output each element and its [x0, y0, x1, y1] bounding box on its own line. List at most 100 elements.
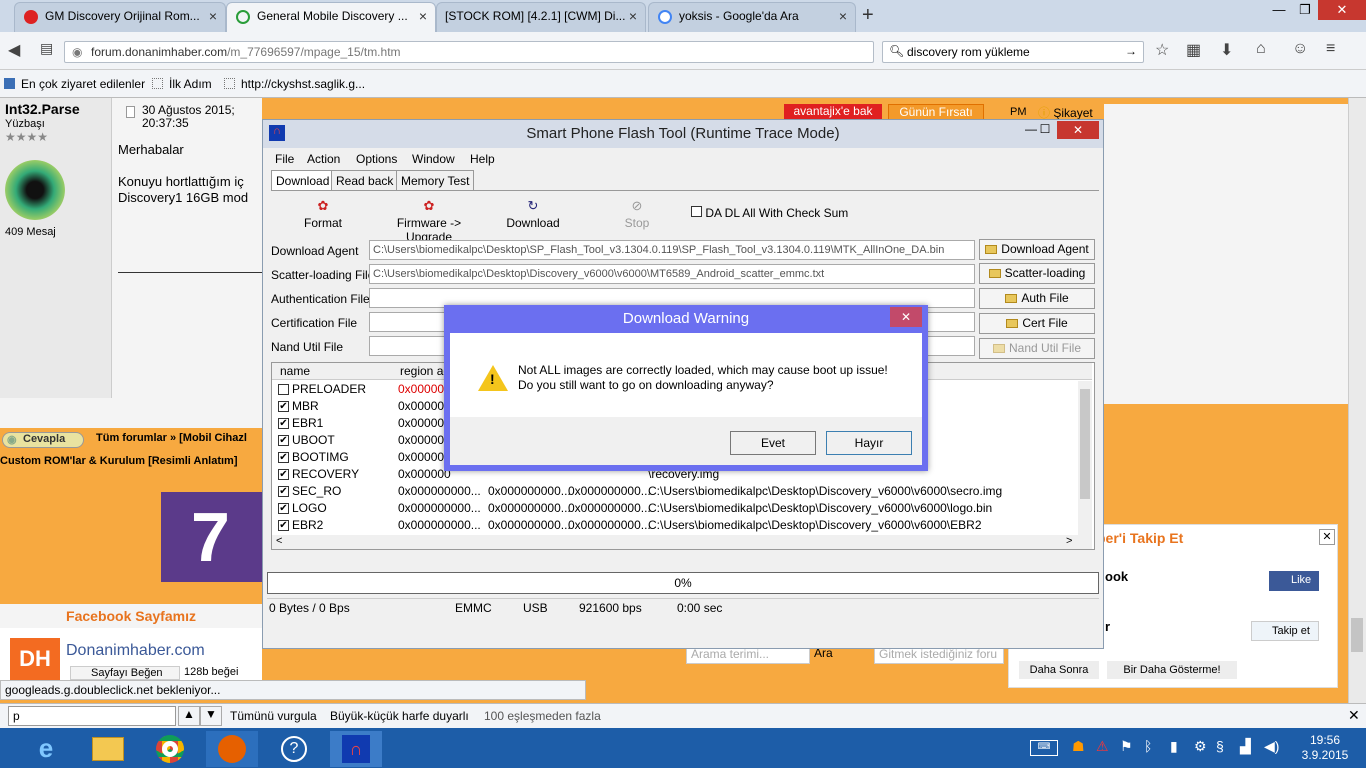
search-bar[interactable]: 🔍︎ discovery rom yükleme →: [882, 41, 1144, 63]
minimize-icon[interactable]: —: [1266, 0, 1292, 20]
firefox-icon[interactable]: [206, 731, 258, 767]
highlight-all-option[interactable]: Tümünü vurgula: [230, 709, 317, 723]
scrollbar-thumb[interactable]: [1351, 618, 1363, 652]
tab-stock-rom[interactable]: [STOCK ROM] [4.2.1] [CWM] Di... ×: [436, 2, 646, 32]
downloads-icon[interactable]: ⬇: [1220, 40, 1233, 60]
tray-flag-icon[interactable]: ⚑: [1120, 738, 1133, 755]
auth-file-button[interactable]: Auth File: [979, 288, 1095, 309]
author-name[interactable]: Int32.Parse: [5, 101, 80, 117]
reply-button[interactable]: ◉ Cevapla: [2, 432, 84, 448]
volume-icon[interactable]: ◀): [1264, 738, 1279, 755]
close-tab-icon[interactable]: ×: [839, 8, 847, 24]
bookmark-first-step[interactable]: İlk Adım: [152, 77, 212, 91]
battery-icon[interactable]: ▮: [1170, 738, 1178, 755]
avatar[interactable]: [5, 160, 65, 220]
partition-checkbox[interactable]: ✔: [278, 520, 289, 531]
smiley-icon[interactable]: ☺: [1292, 40, 1308, 58]
tab-memory-test[interactable]: Memory Test: [396, 170, 475, 190]
partition-checkbox[interactable]: ✔: [278, 469, 289, 480]
partition-checkbox[interactable]: ✔: [278, 401, 289, 412]
scatter-file-field[interactable]: C:\Users\biomedikalpc\Desktop\Discovery_…: [369, 264, 975, 284]
history-icon[interactable]: ▤: [40, 40, 53, 57]
table-vertical-scrollbar[interactable]: [1078, 381, 1092, 535]
twitter-follow-button[interactable]: Takip et: [1251, 621, 1319, 641]
facebook-like-button[interactable]: Like: [1269, 571, 1319, 591]
avantajix-ad[interactable]: avantajix'e bak: [784, 104, 882, 120]
tab-download[interactable]: Download: [271, 170, 335, 190]
tray-warning-icon[interactable]: ⚠: [1096, 738, 1109, 755]
clock[interactable]: 19:56 3.9.2015: [1300, 733, 1350, 763]
menu-action[interactable]: Action: [307, 152, 340, 166]
menu-window[interactable]: Window: [412, 152, 455, 166]
no-button[interactable]: Hayır: [826, 431, 912, 455]
find-next-icon[interactable]: ▼: [200, 706, 222, 726]
table-horizontal-scrollbar[interactable]: < >: [272, 535, 1092, 549]
bookmarks-list-icon[interactable]: ▦: [1186, 40, 1201, 60]
menu-file[interactable]: File: [275, 152, 294, 166]
go-arrow-icon[interactable]: →: [1125, 44, 1137, 58]
firmware-upgrade-button[interactable]: ✿ Firmware -> Upgrade: [379, 198, 479, 244]
partition-checkbox[interactable]: ✔: [278, 418, 289, 429]
close-window-icon[interactable]: ✕: [1057, 121, 1099, 139]
match-case-option[interactable]: Büyük-küçük harfe duyarlı: [330, 709, 469, 723]
bookmark-ckyshst[interactable]: http://ckyshst.saglik.g...: [224, 77, 365, 91]
find-input[interactable]: p: [8, 706, 176, 726]
download-button[interactable]: ↻ Download: [483, 198, 583, 230]
table-row[interactable]: ✔ SEC_RO 0x000000000... 0x000000000... 0x000…: [272, 483, 1092, 500]
tray-app-icon[interactable]: ☗: [1072, 738, 1085, 755]
close-tab-icon[interactable]: ×: [419, 8, 427, 24]
partition-checkbox[interactable]: ✔: [278, 435, 289, 446]
close-popup-icon[interactable]: ✕: [1319, 529, 1335, 545]
close-find-icon[interactable]: ✕: [1348, 707, 1360, 724]
tray-usb-icon[interactable]: ⚙: [1194, 738, 1207, 755]
keyboard-icon[interactable]: ⌨: [1030, 740, 1058, 756]
partition-checkbox[interactable]: ✔: [278, 503, 289, 514]
table-row[interactable]: ✔ EBR2 0x000000000... 0x000000000... 0x00000…: [272, 517, 1092, 534]
facebook-page-name[interactable]: Donanimhaber.com: [66, 642, 205, 660]
pm-link[interactable]: PM: [1010, 106, 1027, 118]
stop-button[interactable]: ⊘ Stop: [587, 198, 687, 230]
chrome-icon[interactable]: [144, 731, 196, 767]
tab-read-back[interactable]: Read back: [331, 170, 399, 190]
checksum-checkbox[interactable]: DA DL All With Check Sum: [691, 206, 848, 220]
bluetooth-icon[interactable]: ᛒ: [1144, 738, 1152, 754]
tab-gm-discovery[interactable]: GM Discovery Orijinal Rom... ×: [14, 2, 226, 32]
page-scrollbar[interactable]: [1348, 98, 1366, 728]
bookmark-star-icon[interactable]: ☆: [1155, 40, 1169, 60]
like-page-button[interactable]: Sayfayı Beğen: [70, 666, 180, 680]
close-tab-icon[interactable]: ×: [629, 8, 637, 24]
find-previous-icon[interactable]: ▲: [178, 706, 200, 726]
tray-sync-icon[interactable]: §: [1216, 738, 1224, 754]
home-icon[interactable]: ⌂: [1256, 40, 1266, 58]
partition-checkbox[interactable]: ✔: [278, 486, 289, 497]
menu-options[interactable]: Options: [356, 152, 397, 166]
close-dialog-icon[interactable]: ✕: [890, 307, 922, 327]
restore-icon[interactable]: ❐: [1292, 0, 1318, 20]
file-explorer-icon[interactable]: [82, 731, 134, 767]
help-icon[interactable]: ?: [268, 731, 320, 767]
scrollbar-thumb[interactable]: [1080, 389, 1090, 499]
scroll-right-icon[interactable]: >: [1066, 535, 1072, 547]
breadcrumb-subforum[interactable]: Custom ROM'lar & Kurulum [Resimli Anlatı…: [0, 455, 238, 467]
column-header-name[interactable]: name: [280, 364, 310, 378]
nand-util-button[interactable]: Nand Util File: [979, 338, 1095, 359]
yes-button[interactable]: Evet: [730, 431, 816, 455]
new-tab-button[interactable]: +: [862, 4, 874, 27]
table-row[interactable]: ✔ LOGO 0x000000000... 0x000000000... 0x00000…: [272, 500, 1092, 517]
breadcrumb[interactable]: Tüm forumlar » [Mobil Cihazl: [96, 432, 247, 444]
menu-icon[interactable]: ≡: [1326, 40, 1335, 58]
daily-deal-ad[interactable]: Günün Fırsatı: [888, 104, 984, 120]
flash-tool-taskbar-icon[interactable]: ∩: [330, 731, 382, 767]
partition-checkbox[interactable]: [278, 384, 289, 395]
tab-general-mobile[interactable]: General Mobile Discovery ... ×: [226, 2, 436, 32]
url-bar[interactable]: ◉ forum.donanimhaber.com/m_77696597/mpage…: [64, 41, 874, 63]
menu-help[interactable]: Help: [470, 152, 495, 166]
cert-file-button[interactable]: Cert File: [979, 313, 1095, 334]
never-show-button[interactable]: Bir Daha Gösterme!: [1107, 661, 1237, 679]
promo-banner[interactable]: 7: [161, 492, 262, 582]
back-icon[interactable]: ◀: [8, 40, 20, 60]
later-button[interactable]: Daha Sonra: [1019, 661, 1099, 679]
signal-icon[interactable]: ▟: [1240, 738, 1251, 755]
scroll-left-icon[interactable]: <: [276, 535, 282, 547]
internet-explorer-icon[interactable]: e: [20, 731, 72, 767]
